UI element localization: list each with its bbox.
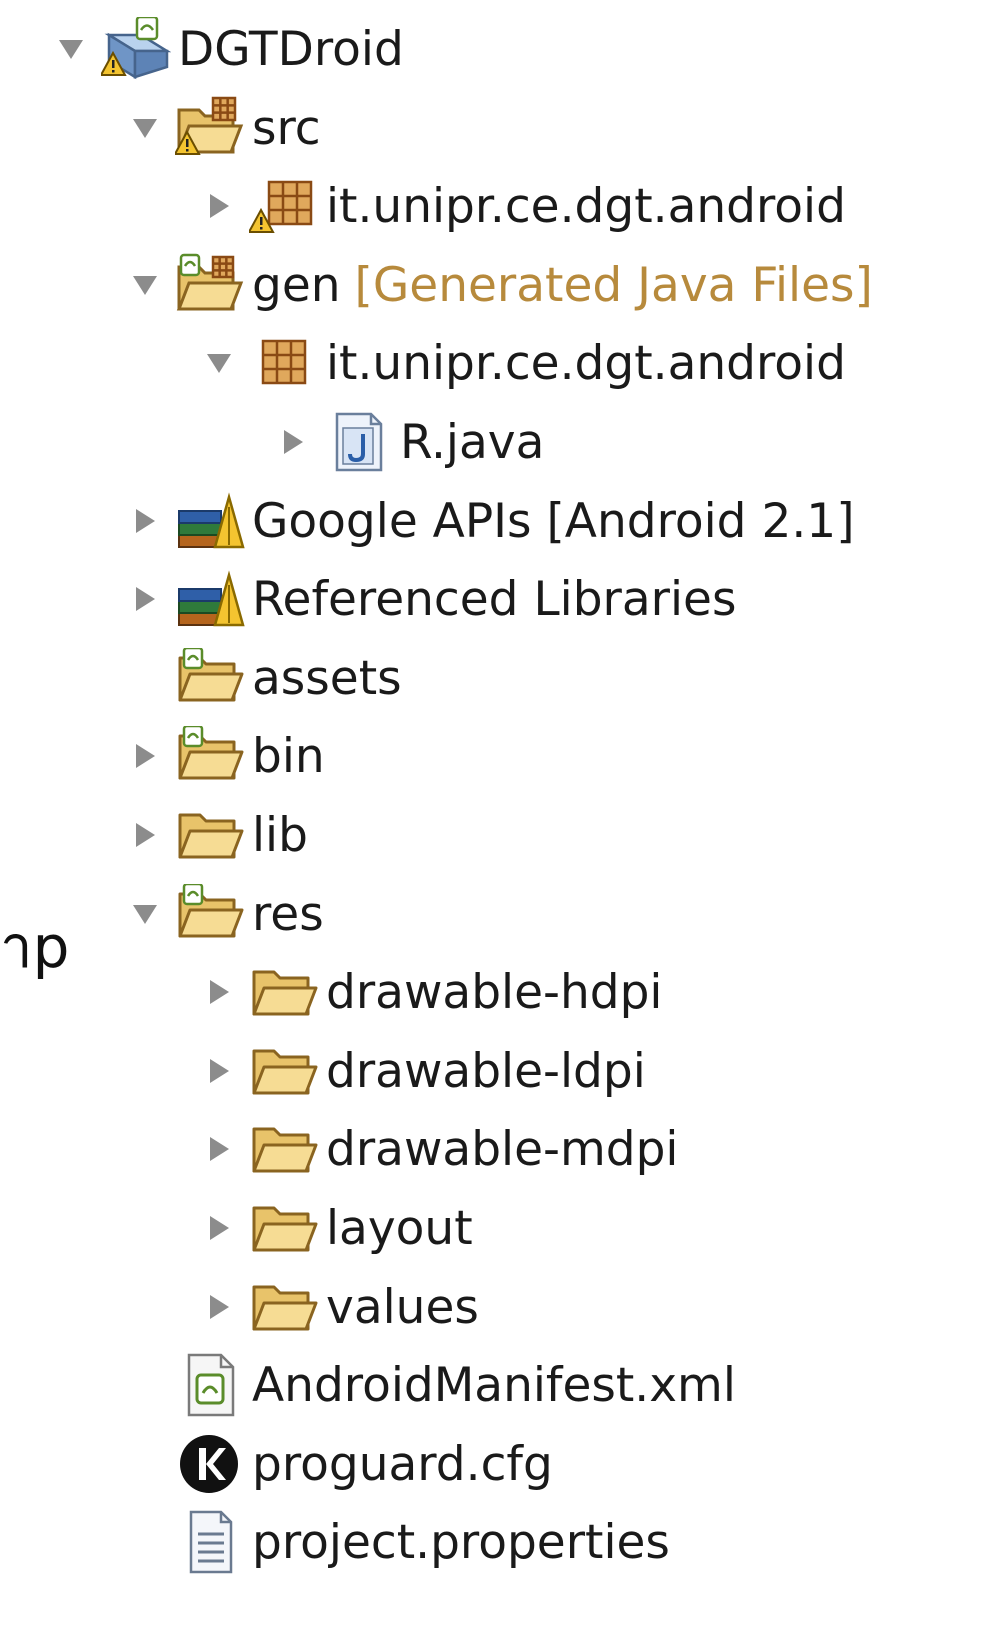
collapsed-twisty-icon[interactable] xyxy=(204,1292,234,1322)
package-icon xyxy=(248,327,320,399)
tree-node[interactable]: drawable-mdpi xyxy=(204,1110,678,1188)
tree-node-label: layout xyxy=(326,1200,473,1256)
tree-node[interactable]: Referenced Libraries xyxy=(130,560,736,638)
library-container-icon xyxy=(174,563,246,635)
folder-icon xyxy=(248,1271,320,1343)
tree-node-label: values xyxy=(326,1279,479,1335)
expanded-twisty-icon[interactable] xyxy=(130,113,160,143)
clipped-text-fragment: าp xyxy=(0,913,70,981)
tree-node-label: drawable-mdpi xyxy=(326,1121,679,1177)
expanded-twisty-icon[interactable] xyxy=(204,348,234,378)
tree-node[interactable]: it.unipr.ce.dgt.android xyxy=(204,167,846,245)
tree-node[interactable]: lib xyxy=(130,796,308,874)
android-project-warning-icon xyxy=(100,13,172,85)
android-folder-icon xyxy=(174,642,246,714)
collapsed-twisty-icon[interactable] xyxy=(204,1056,234,1086)
tree-node-label: drawable-ldpi xyxy=(326,1043,646,1099)
tree-node-decoration: [Generated Java Files] xyxy=(354,257,873,313)
tree-node[interactable]: it.unipr.ce.dgt.android xyxy=(204,324,846,402)
folder-icon xyxy=(248,1113,320,1185)
collapsed-twisty-icon[interactable] xyxy=(130,741,160,771)
collapsed-twisty-icon[interactable] xyxy=(130,584,160,614)
tree-node-label: project.properties xyxy=(252,1514,670,1570)
expanded-twisty-icon[interactable] xyxy=(56,34,86,64)
folder-icon xyxy=(248,1192,320,1264)
android-manifest-file-icon xyxy=(174,1349,246,1421)
tree-node-label: proguard.cfg xyxy=(252,1436,553,1492)
tree-node[interactable]: assets xyxy=(130,639,402,717)
folder-icon xyxy=(174,799,246,871)
tree-node[interactable]: layout xyxy=(204,1189,473,1267)
tree-node-label: R.java xyxy=(400,414,545,470)
android-folder-icon xyxy=(174,878,246,950)
tree-node-label: lib xyxy=(252,807,308,863)
folder-icon xyxy=(248,956,320,1028)
tree-node[interactable]: Google APIs [Android 2.1] xyxy=(130,482,855,560)
tree-node[interactable]: values xyxy=(204,1268,479,1346)
tree-node-label: DGTDroid xyxy=(178,21,404,77)
tree-node-label: assets xyxy=(252,650,402,706)
collapsed-twisty-icon[interactable] xyxy=(204,191,234,221)
expanded-twisty-icon[interactable] xyxy=(130,270,160,300)
tree-node[interactable]: res xyxy=(130,875,324,953)
folder-icon xyxy=(248,1035,320,1107)
collapsed-twisty-icon[interactable] xyxy=(204,1213,234,1243)
tree-node-label: it.unipr.ce.dgt.android xyxy=(326,335,846,391)
tree-node[interactable]: drawable-hdpi xyxy=(204,953,662,1031)
proguard-file-icon xyxy=(174,1428,246,1500)
tree-node-label: it.unipr.ce.dgt.android xyxy=(326,178,846,234)
tree-node-label: res xyxy=(252,886,324,942)
text-file-icon xyxy=(174,1506,246,1578)
package-warning-icon xyxy=(248,170,320,242)
tree-node[interactable]: AndroidManifest.xml xyxy=(130,1346,736,1424)
collapsed-twisty-icon[interactable] xyxy=(278,427,308,457)
tree-node-label: Referenced Libraries xyxy=(252,571,737,627)
tree-node[interactable]: gen [Generated Java Files] xyxy=(130,246,873,324)
tree-node-label: src xyxy=(252,100,321,156)
collapsed-twisty-icon[interactable] xyxy=(204,977,234,1007)
java-file-icon xyxy=(322,406,394,478)
expanded-twisty-icon[interactable] xyxy=(130,899,160,929)
tree-node[interactable]: proguard.cfg xyxy=(130,1425,553,1503)
android-folder-icon xyxy=(174,720,246,792)
tree-node[interactable]: DGTDroid xyxy=(56,10,404,88)
collapsed-twisty-icon[interactable] xyxy=(204,1134,234,1164)
tree-node-label: drawable-hdpi xyxy=(326,964,663,1020)
tree-node[interactable]: src xyxy=(130,89,321,167)
tree-node-label: bin xyxy=(252,728,325,784)
tree-node-label: AndroidManifest.xml xyxy=(252,1357,736,1413)
tree-node[interactable]: project.properties xyxy=(130,1503,670,1581)
library-container-icon xyxy=(174,485,246,557)
generated-source-folder-icon xyxy=(174,249,246,321)
tree-node-label: gen xyxy=(252,257,341,313)
collapsed-twisty-icon[interactable] xyxy=(130,820,160,850)
tree-node[interactable]: bin xyxy=(130,717,325,795)
tree-node[interactable]: drawable-ldpi xyxy=(204,1032,646,1110)
tree-node-label: Google APIs [Android 2.1] xyxy=(252,493,855,549)
tree-node[interactable]: R.java xyxy=(278,403,544,481)
source-folder-warning-icon xyxy=(174,92,246,164)
collapsed-twisty-icon[interactable] xyxy=(130,506,160,536)
